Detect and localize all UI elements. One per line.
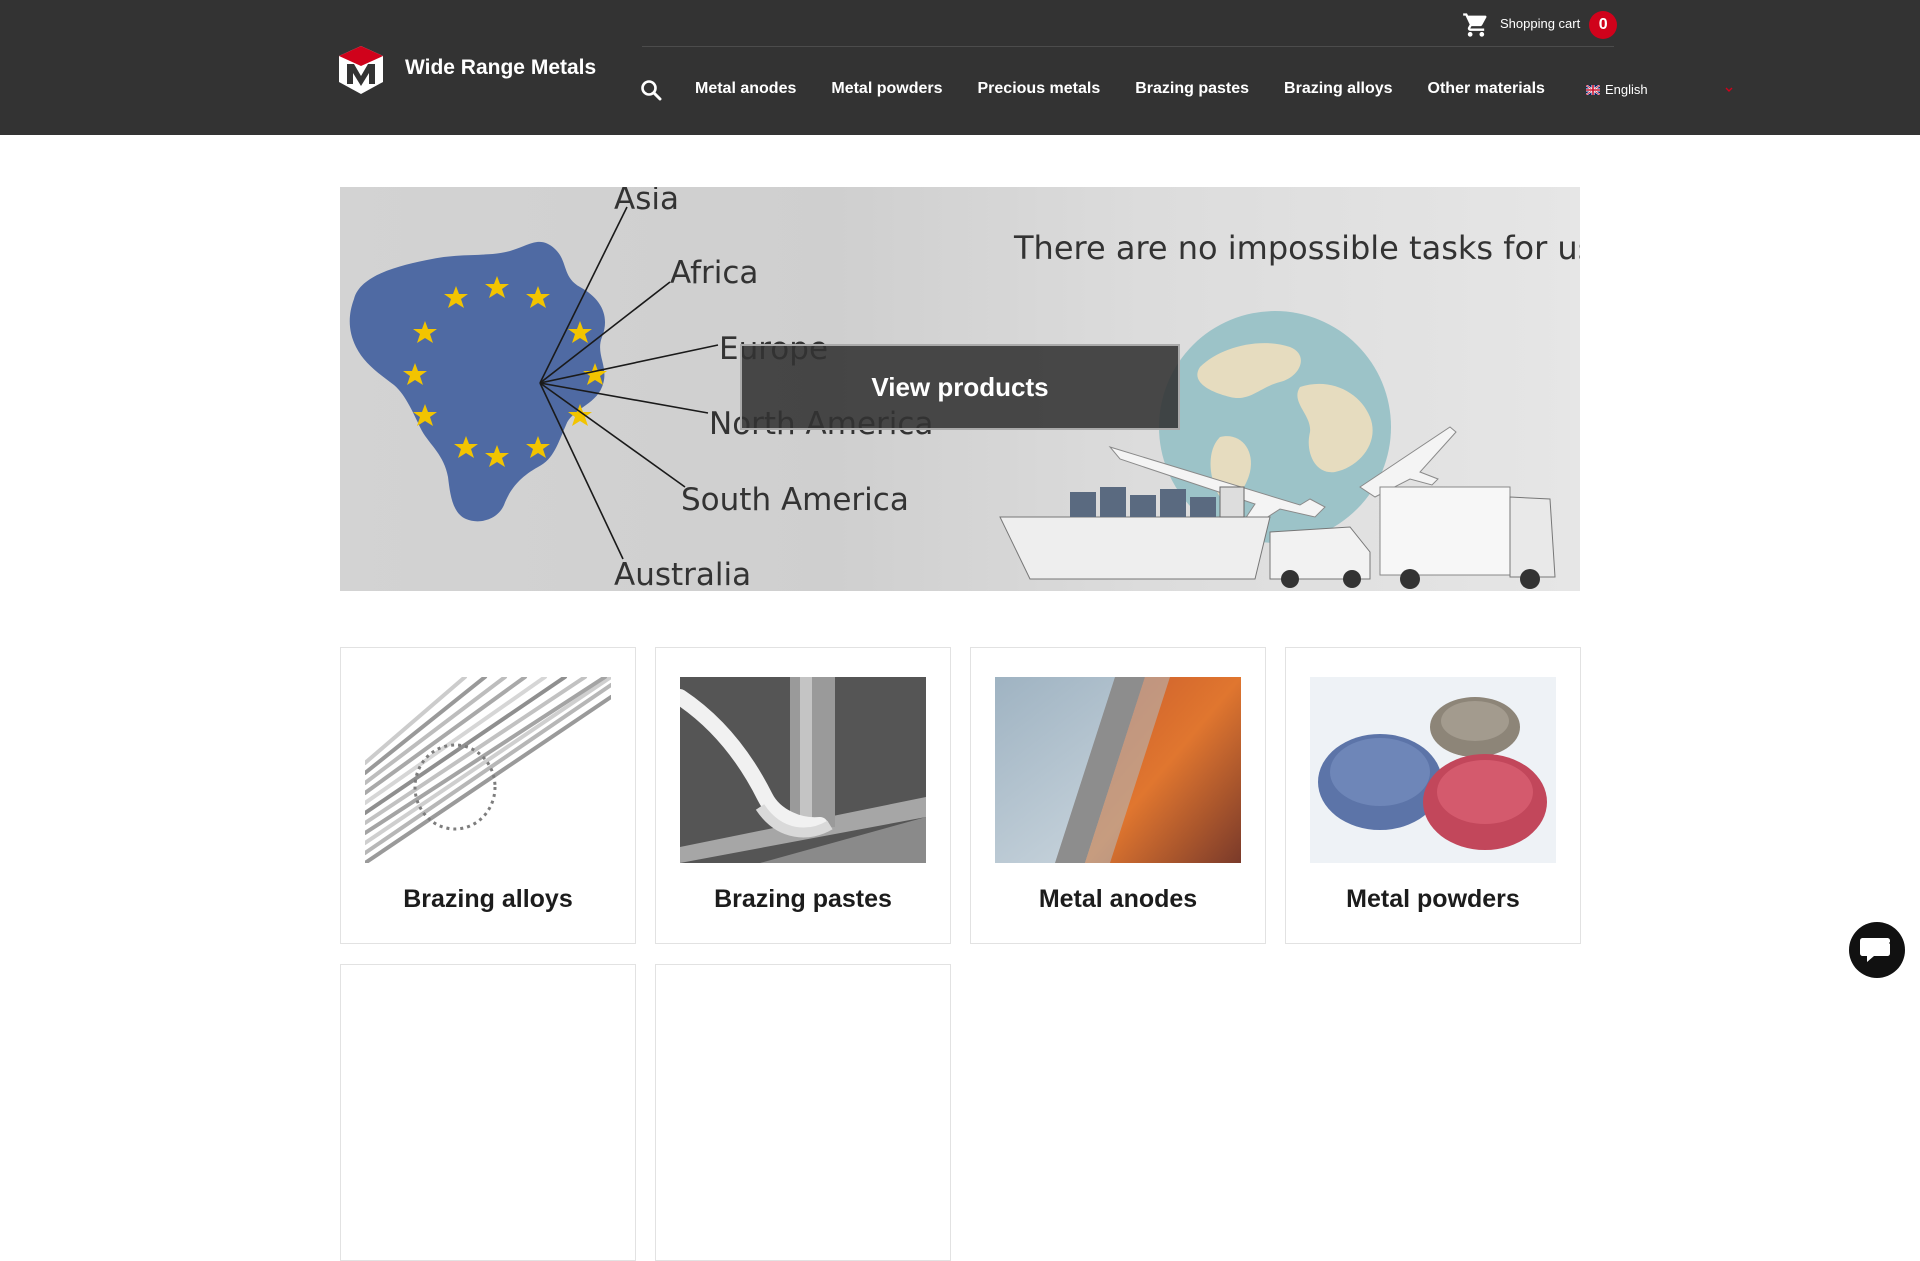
main-nav: Metal anodes Metal powders Precious meta… bbox=[695, 78, 1580, 100]
category-card-metal-anodes[interactable]: Metal anodes bbox=[970, 647, 1266, 944]
nav-other-materials[interactable]: Other materials bbox=[1428, 78, 1545, 100]
brazing-pastes-image bbox=[680, 677, 926, 863]
category-card-row2-2[interactable] bbox=[655, 964, 951, 1261]
nav-brazing-pastes[interactable]: Brazing pastes bbox=[1135, 78, 1249, 100]
category-card-metal-powders[interactable]: Metal powders bbox=[1285, 647, 1581, 944]
nav-metal-anodes[interactable]: Metal anodes bbox=[695, 78, 796, 100]
brazing-alloys-image bbox=[365, 677, 611, 863]
metal-powders-image bbox=[1310, 677, 1556, 863]
hero-banner: Asia Africa Europe North America South A… bbox=[340, 187, 1580, 591]
region-south-america: South America bbox=[681, 482, 909, 518]
cart-label: Shopping cart bbox=[1500, 15, 1581, 31]
header-divider bbox=[642, 46, 1614, 47]
site-header: Wide Range Metals Shopping cart 0 Metal … bbox=[0, 0, 1920, 135]
category-card-brazing-pastes[interactable]: Brazing pastes bbox=[655, 647, 951, 944]
region-africa: Africa bbox=[670, 255, 759, 291]
brand-name[interactable]: Wide Range Metals bbox=[405, 56, 596, 80]
hero-slogan: There are no impossible tasks for us bbox=[1014, 229, 1580, 267]
chat-button[interactable] bbox=[1849, 922, 1905, 978]
category-card-brazing-alloys[interactable]: Brazing alloys bbox=[340, 647, 636, 944]
region-australia: Australia bbox=[614, 557, 752, 591]
category-card-row2-1[interactable] bbox=[340, 964, 636, 1261]
category-title: Metal anodes bbox=[1038, 885, 1198, 913]
cart-icon bbox=[1463, 13, 1487, 37]
logo-icon[interactable] bbox=[339, 46, 383, 94]
language-label: English bbox=[1605, 82, 1648, 97]
region-asia: Asia bbox=[614, 187, 679, 217]
view-products-button[interactable]: View products bbox=[740, 344, 1180, 430]
category-title: Brazing pastes bbox=[714, 885, 892, 913]
flag-uk-icon bbox=[1586, 84, 1600, 95]
nav-metal-powders[interactable]: Metal powders bbox=[831, 78, 942, 100]
chat-icon bbox=[1860, 938, 1893, 962]
cart-count-badge: 0 bbox=[1589, 11, 1618, 39]
shopping-cart-link[interactable]: Shopping cart 0 bbox=[1462, 10, 1618, 40]
search-icon[interactable] bbox=[640, 79, 662, 101]
chevron-down-icon bbox=[1725, 87, 1733, 92]
nav-precious-metals[interactable]: Precious metals bbox=[978, 78, 1101, 100]
category-title: Metal powders bbox=[1346, 885, 1520, 913]
nav-brazing-alloys[interactable]: Brazing alloys bbox=[1284, 78, 1392, 100]
category-title: Brazing alloys bbox=[403, 885, 573, 913]
language-selector[interactable]: English bbox=[1586, 82, 1736, 97]
metal-anodes-image bbox=[995, 677, 1241, 863]
